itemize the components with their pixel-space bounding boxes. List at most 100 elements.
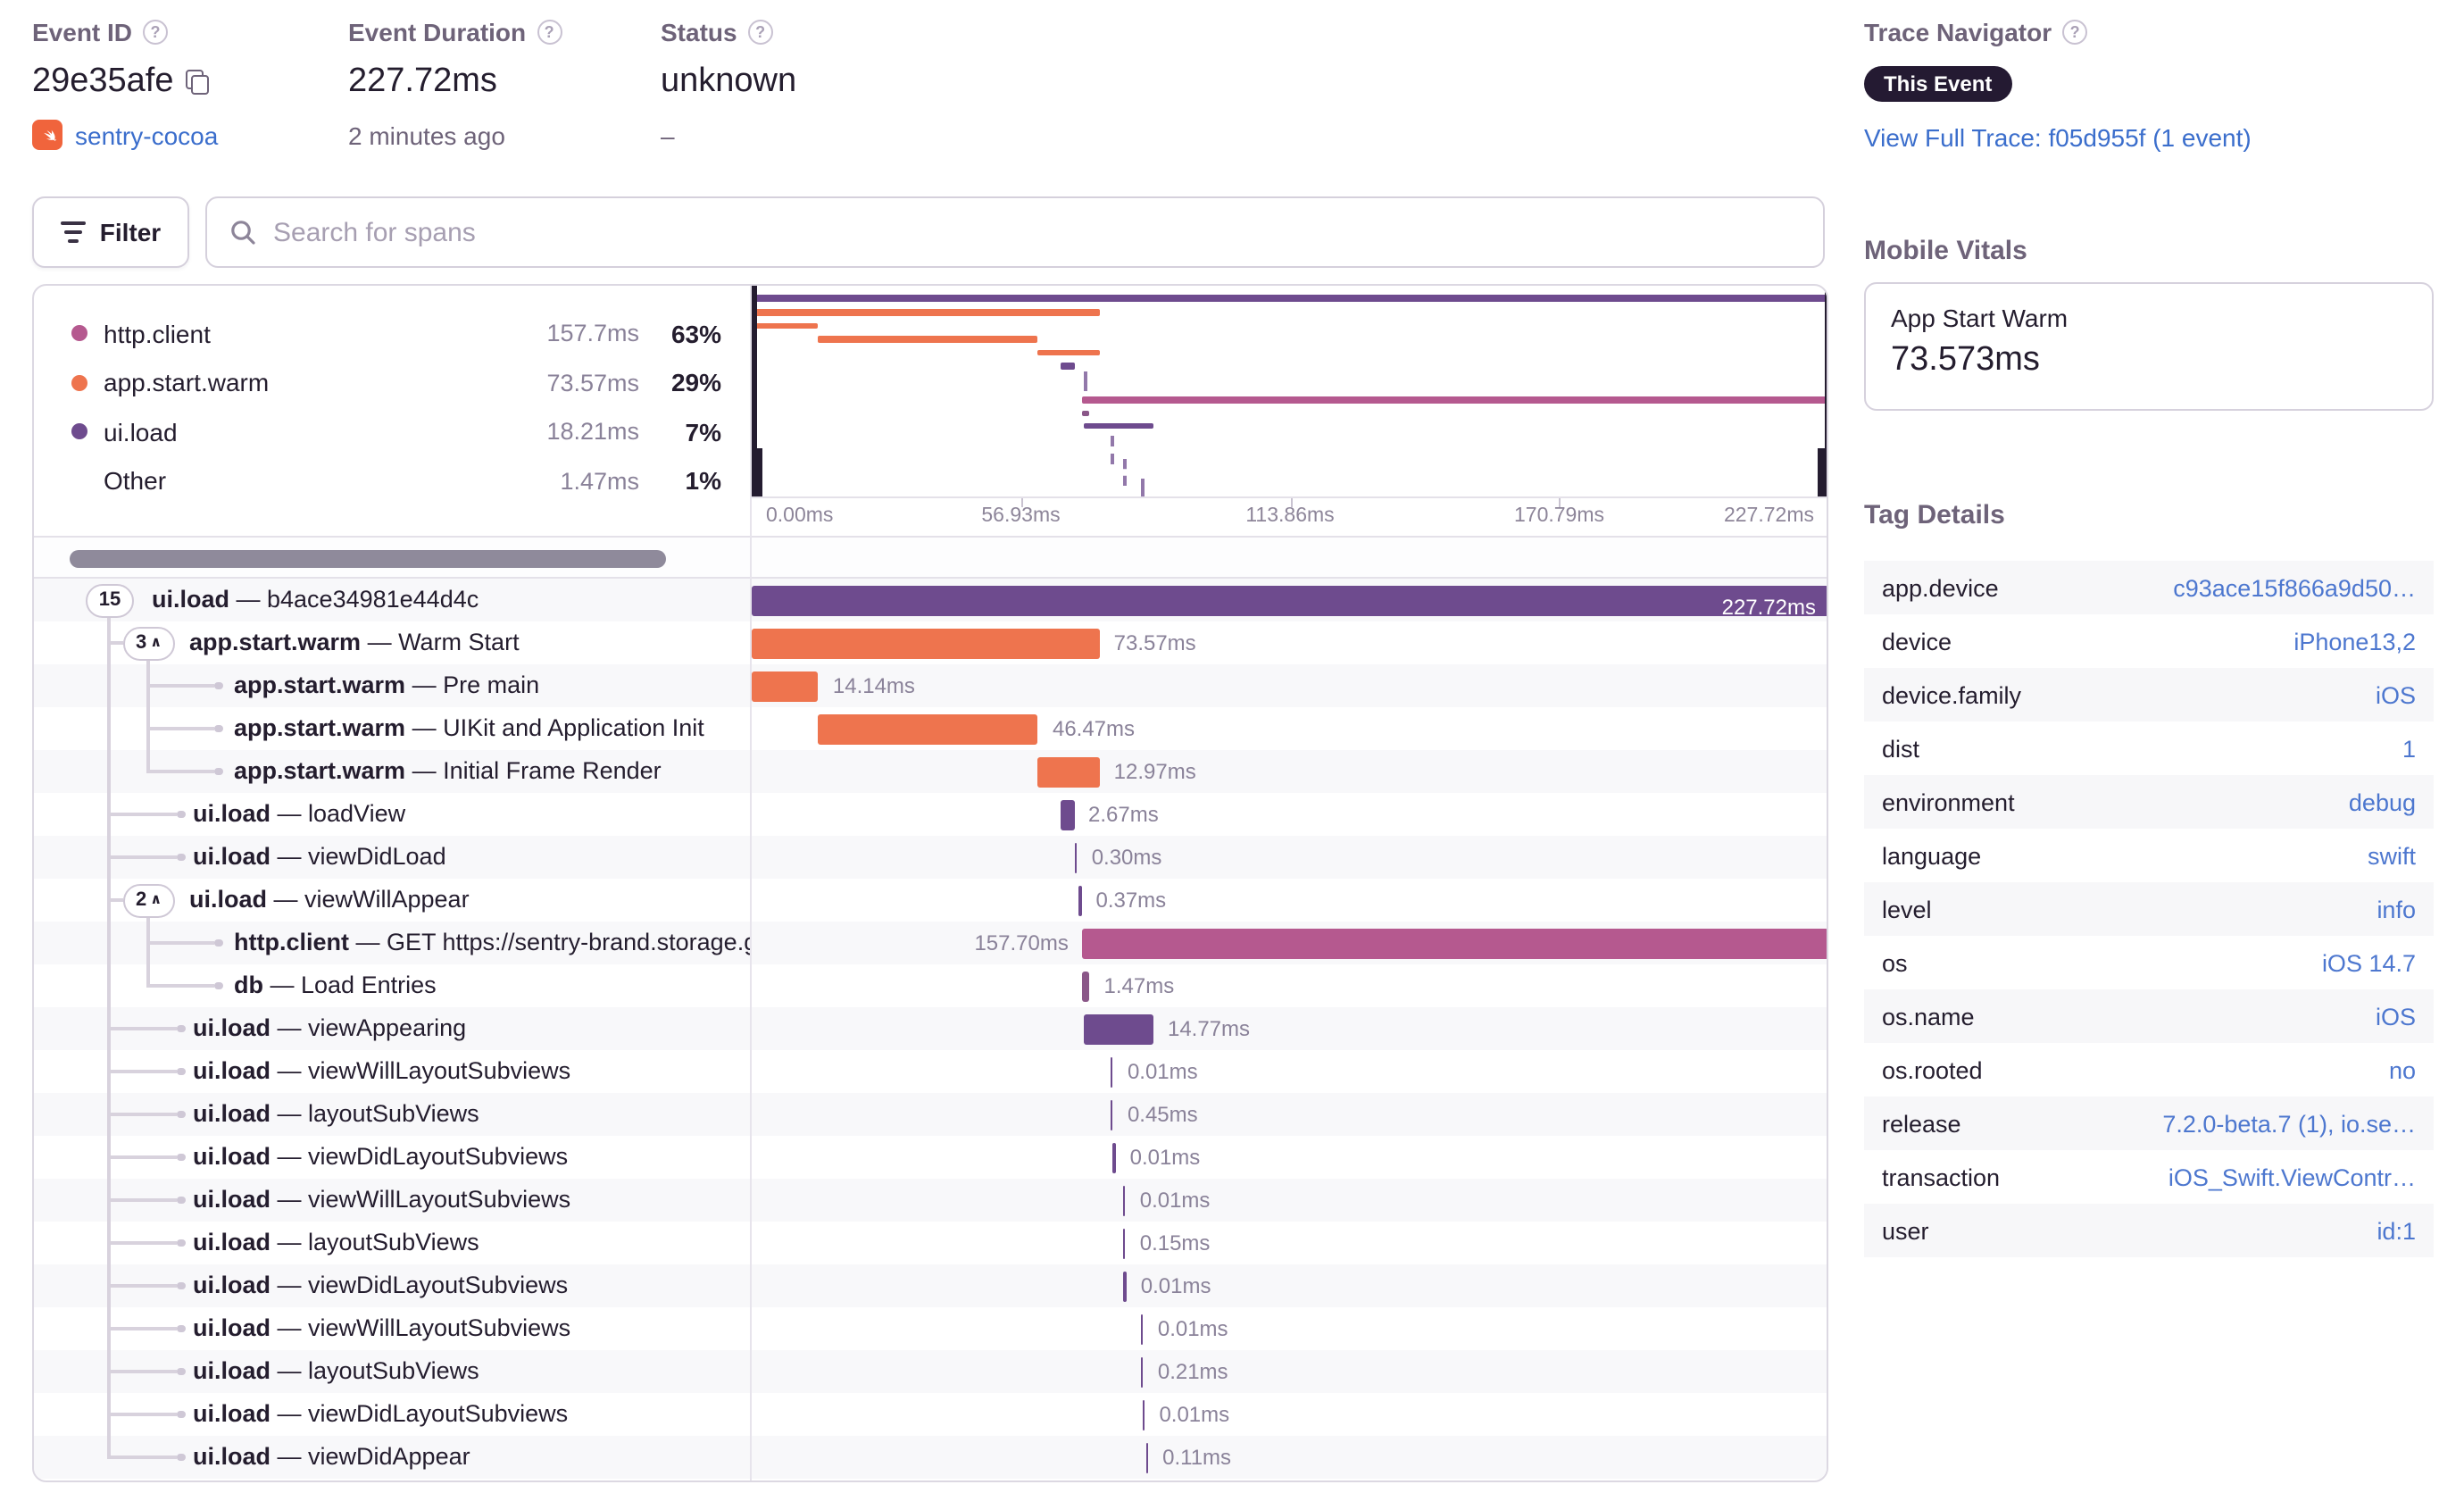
span-row-ui.load[interactable]: ui.load — b4ace34981e44d4c 15 227.72ms [34, 579, 1827, 621]
help-icon[interactable]: ? [143, 20, 169, 45]
span-bar-cell: 14.77ms [752, 1007, 1827, 1050]
span-duration-label: 0.01ms [1140, 1273, 1211, 1298]
span-duration-bar[interactable] [1082, 971, 1090, 1001]
help-icon[interactable]: ? [747, 20, 773, 45]
span-name: ui.load — b4ace34981e44d4c [152, 586, 479, 613]
span-duration-bar[interactable] [1140, 1314, 1144, 1344]
help-icon[interactable]: ? [2062, 20, 2088, 45]
minimap-connector-dash [1141, 479, 1145, 496]
span-duration-bar[interactable] [1061, 799, 1074, 830]
tag-key: level [1882, 896, 1932, 922]
span-duration-bar[interactable] [1142, 1399, 1145, 1430]
tag-value[interactable]: swift [2368, 842, 2416, 869]
span-duration-bar[interactable] [752, 671, 819, 701]
tag-value[interactable]: iOS 14.7 [2322, 949, 2416, 976]
tag-key: release [1882, 1110, 1961, 1137]
tag-key: language [1882, 842, 1982, 869]
span-duration-bar[interactable] [1037, 756, 1100, 787]
span-row-ui.load[interactable]: ui.load — viewAppearing 14.77ms [34, 1007, 1827, 1050]
trace-minimap[interactable] [752, 286, 1827, 496]
tag-value[interactable]: iOS_Swift.ViewContr… [2168, 1164, 2416, 1190]
tag-value[interactable]: 1 [2402, 735, 2416, 762]
span-row-ui.load[interactable]: ui.load — viewDidAppear 0.11ms [34, 1436, 1827, 1479]
span-row-app.start.warm[interactable]: app.start.warm — Warm Start 3 ∧ 73.57ms [34, 621, 1827, 664]
span-name: http.client — GET https://sentry-brand.s… [234, 929, 750, 955]
span-duration-bar[interactable] [1078, 885, 1082, 915]
tag-value[interactable]: no [2389, 1056, 2416, 1083]
minimap-left-handle[interactable] [752, 448, 762, 496]
tag-value[interactable]: id:1 [2377, 1217, 2416, 1244]
span-row-db[interactable]: db — Load Entries 1.47ms [34, 964, 1827, 1007]
span-row-app.start.warm[interactable]: app.start.warm — Pre main 14.14ms [34, 664, 1827, 707]
span-duration-label: 46.47ms [1052, 716, 1136, 741]
span-name: ui.load — layoutSubViews [193, 1229, 479, 1255]
span-row-ui.load[interactable]: ui.load — viewDidLayoutSubviews 0.01ms [34, 1136, 1827, 1179]
scrollbar-thumb[interactable] [70, 550, 666, 568]
span-duration-bar[interactable] [1083, 1013, 1153, 1044]
span-duration-bar[interactable] [752, 628, 1100, 658]
tag-value[interactable]: c93ace15f866a9d50… [2173, 574, 2416, 601]
filter-button[interactable]: Filter [32, 196, 189, 268]
span-duration-bar[interactable] [1082, 928, 1827, 958]
span-duration-bar[interactable] [1123, 1271, 1127, 1301]
span-name: app.start.warm — Pre main [234, 671, 540, 698]
legend-item-app-start-warm[interactable]: app.start.warm 73.57ms 29% [34, 358, 750, 407]
tag-value[interactable]: iPhone13,2 [2293, 628, 2416, 655]
span-row-app.start.warm[interactable]: app.start.warm — UIKit and Application I… [34, 707, 1827, 750]
span-row-ui.load[interactable]: ui.load — viewDidLayoutSubviews 0.01ms [34, 1393, 1827, 1436]
span-row-ui.load[interactable]: ui.load — viewWillLayoutSubviews 0.01ms [34, 1179, 1827, 1222]
tag-value[interactable]: iOS [2376, 1003, 2416, 1030]
tag-row-device: device iPhone13,2 [1864, 614, 2434, 668]
span-name: ui.load — loadView [193, 800, 406, 827]
legend-item-http-client[interactable]: http.client 157.7ms 63% [34, 309, 750, 358]
span-row-ui.load[interactable]: ui.load — viewWillLayoutSubviews 0.01ms [34, 1050, 1827, 1093]
project-link[interactable]: sentry-cocoa [75, 121, 218, 149]
span-duration-bar[interactable] [1145, 1442, 1149, 1472]
expand-pill[interactable]: 2 ∧ [123, 883, 175, 917]
tag-value[interactable]: iOS [2376, 681, 2416, 708]
tag-value[interactable]: 7.2.0-beta.7 (1), io.se… [2162, 1110, 2416, 1137]
span-row-ui.load[interactable]: ui.load — layoutSubViews 0.45ms [34, 1093, 1827, 1136]
span-name: ui.load — layoutSubViews [193, 1100, 479, 1127]
legend-item-ui-load[interactable]: ui.load 18.21ms 7% [34, 407, 750, 456]
span-row-ui.load[interactable]: ui.load — viewDidLoad 0.30ms [34, 836, 1827, 879]
span-duration-bar[interactable] [1140, 1356, 1144, 1387]
expand-pill[interactable]: 3 ∧ [123, 626, 175, 660]
tree-bullet [214, 939, 223, 947]
span-row-app.start.warm[interactable]: app.start.warm — Initial Frame Render 12.… [34, 750, 1827, 793]
span-duration-bar[interactable] [1122, 1185, 1126, 1215]
span-row-ui.load[interactable]: ui.load — viewDidLayoutSubviews 0.01ms [34, 1264, 1827, 1307]
span-row-http.client[interactable]: http.client — GET https://sentry-brand.s… [34, 922, 1827, 964]
tag-value[interactable]: info [2377, 896, 2416, 922]
span-row-ui.load[interactable]: ui.load — viewWillLayoutSubviews 0.01ms [34, 1307, 1827, 1350]
minimap-span-app.start.warm [752, 322, 819, 329]
tree-bullet [177, 1154, 186, 1161]
span-bar-cell: 0.21ms [752, 1350, 1827, 1393]
expand-pill[interactable]: 15 [86, 583, 134, 617]
legend-item-Other[interactable]: Other 1.47ms 1% [34, 456, 750, 505]
span-duration-bar[interactable] [1110, 1099, 1113, 1130]
span-op-breakdown: http.client 157.7ms 63% app.start.warm 73.57… [34, 286, 750, 536]
help-icon[interactable]: ? [537, 20, 562, 45]
span-row-ui.load[interactable]: ui.load — layoutSubViews 0.21ms [34, 1350, 1827, 1393]
span-bar-cell: 0.01ms [752, 1179, 1827, 1222]
span-duration-bar[interactable] [1074, 842, 1078, 872]
span-duration-bar[interactable] [1112, 1142, 1116, 1172]
span-bar-cell: 0.01ms [752, 1050, 1827, 1093]
span-duration-bar[interactable] [1110, 1056, 1113, 1087]
tag-row-level: level info [1864, 882, 2434, 936]
span-duration-bar[interactable] [1122, 1228, 1126, 1258]
span-row-ui.load[interactable]: ui.load — loadView 2.67ms [34, 793, 1827, 836]
span-row-ui.load[interactable]: ui.load — viewWillAppear 2 ∧ 0.37ms [34, 879, 1827, 922]
view-full-trace-link[interactable]: View Full Trace: f05d955f (1 event) [1864, 123, 2252, 152]
span-duration-bar[interactable] [818, 713, 1038, 744]
minimap-right-handle[interactable] [1818, 448, 1827, 496]
tag-value[interactable]: debug [2349, 788, 2416, 815]
span-row-ui.load[interactable]: ui.load — layoutSubViews 0.15ms [34, 1222, 1827, 1264]
copy-icon[interactable] [186, 70, 212, 95]
legend-item-percent: 63% [670, 319, 721, 348]
span-duration-bar[interactable]: 227.72ms [752, 585, 1827, 619]
search-input[interactable] [273, 217, 1802, 247]
search-icon [231, 221, 255, 245]
tag-row-language: language swift [1864, 829, 2434, 882]
